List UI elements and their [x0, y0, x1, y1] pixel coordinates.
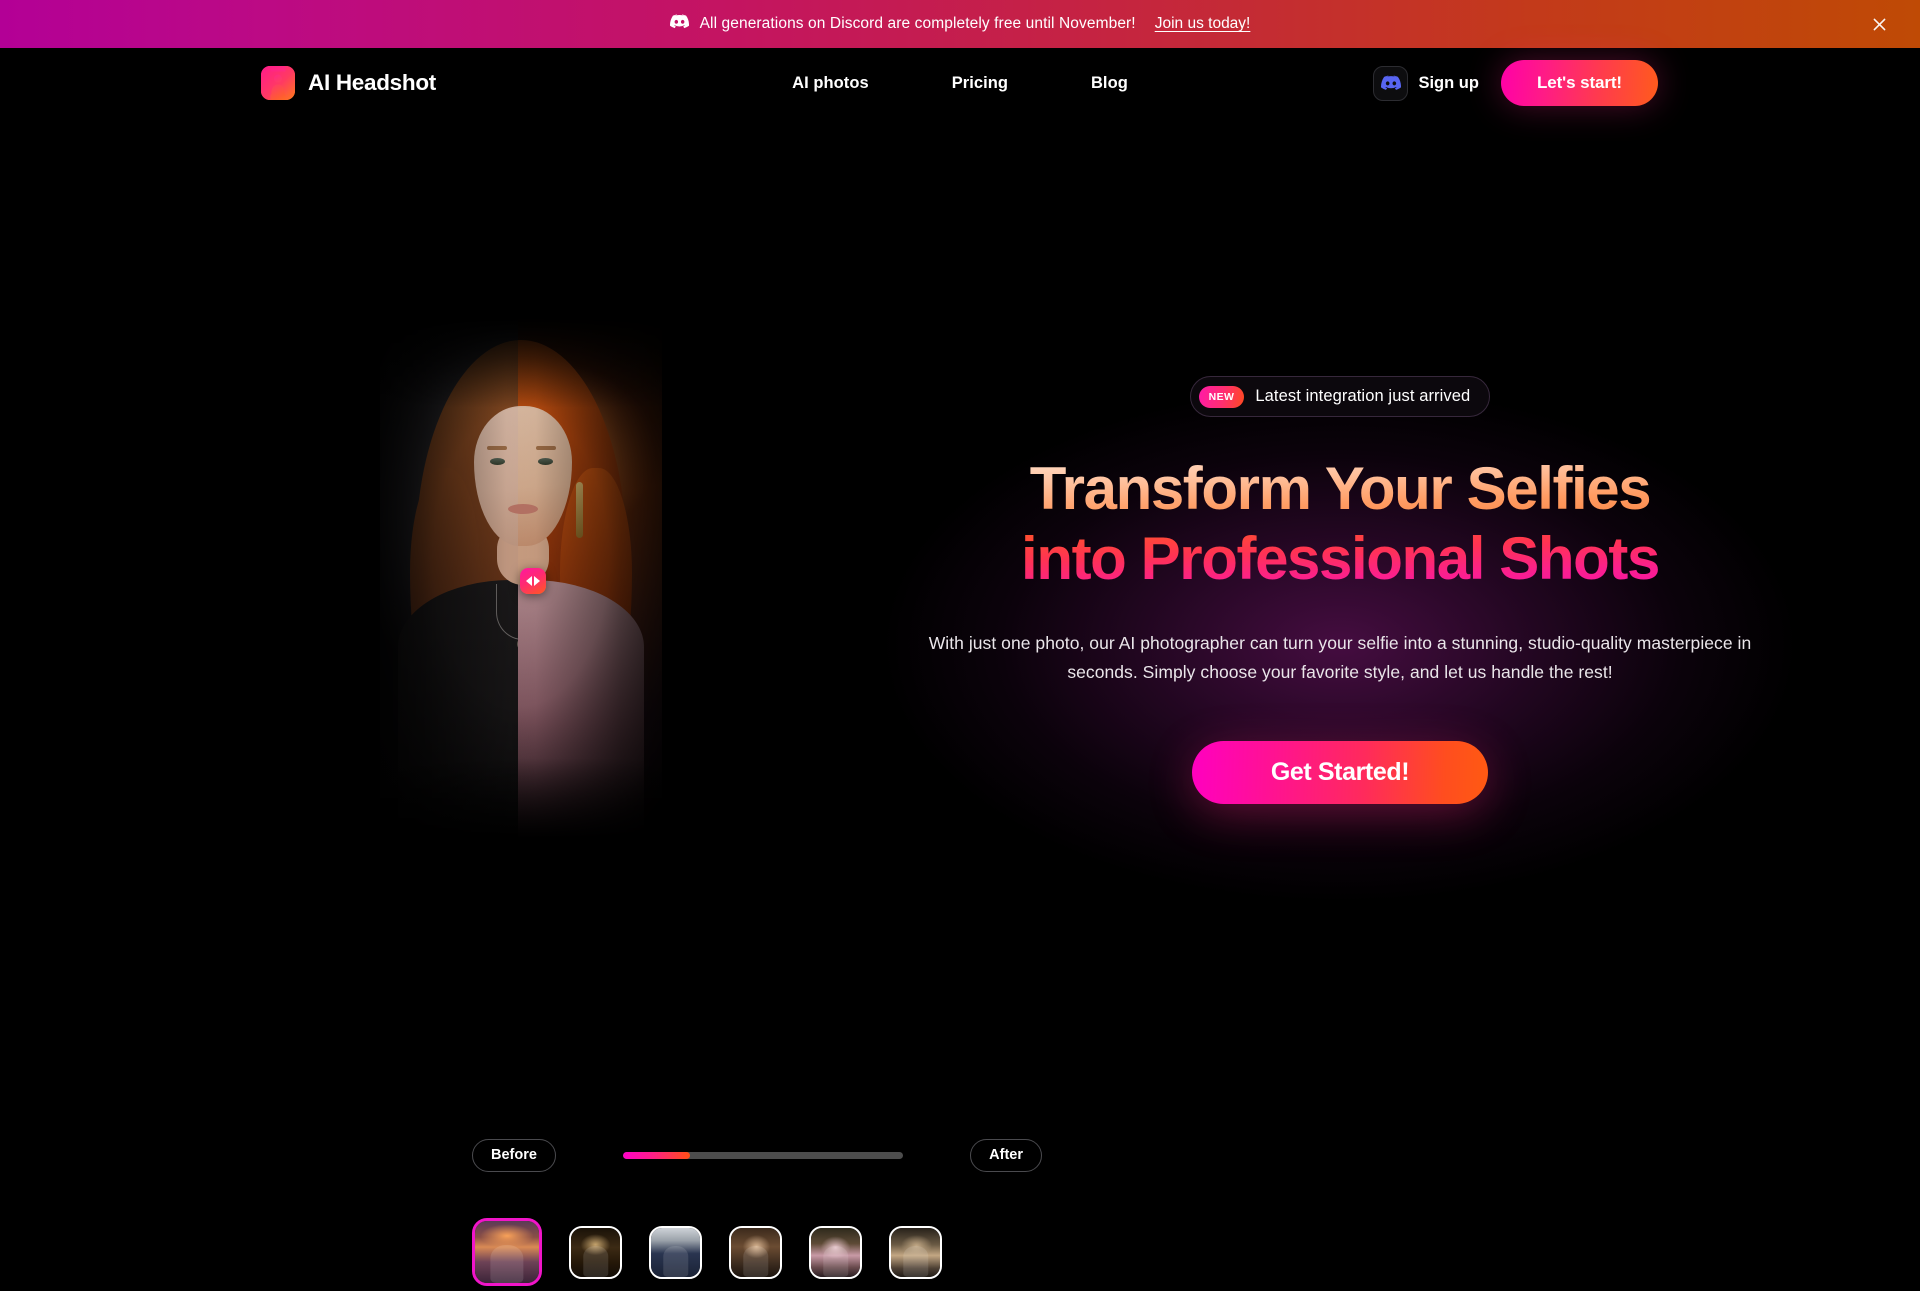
style-thumbnail-3[interactable] — [649, 1225, 702, 1279]
brand-name: AI Headshot — [308, 70, 436, 95]
style-thumbnail-4[interactable] — [729, 1225, 782, 1279]
before-photo — [380, 318, 518, 838]
header-actions: Sign up Let's start! — [1373, 60, 1658, 106]
announcement-link[interactable]: Join us today! — [1155, 15, 1251, 33]
torso-shape — [518, 580, 644, 838]
comparison-stage[interactable] — [236, 318, 806, 838]
before-label-button[interactable]: Before — [472, 1138, 556, 1172]
style-thumbnail-5[interactable] — [809, 1225, 862, 1279]
status-badge-text: Latest integration just arrived — [1255, 387, 1471, 405]
eye-left — [490, 458, 505, 465]
nav-link-ai-photos[interactable]: AI photos — [792, 74, 869, 93]
thumbnail-figure — [742, 1246, 769, 1277]
before-photo-art — [380, 318, 518, 838]
status-badge[interactable]: NEW Latest integration just arrived — [1189, 376, 1491, 417]
new-chip: NEW — [1198, 385, 1245, 408]
announcement-content: All generations on Discord are completel… — [669, 14, 1251, 34]
discord-icon — [669, 14, 689, 34]
after-label-button[interactable]: After — [970, 1138, 1042, 1172]
hero-section: Before After NEW Latest integration just… — [0, 118, 1920, 1286]
announcement-bar: All generations on Discord are completel… — [0, 0, 1920, 48]
style-thumbnail-strip — [472, 1213, 1042, 1291]
announcement-text: All generations on Discord are completel… — [699, 15, 1136, 32]
signup-button[interactable]: Sign up — [1373, 65, 1479, 101]
portrait-subject — [380, 318, 518, 838]
style-thumbnail-2[interactable] — [569, 1225, 622, 1279]
lets-start-button[interactable]: Let's start! — [1500, 60, 1658, 106]
signup-label: Sign up — [1418, 73, 1479, 92]
headline-line-1: Transform Your Selfies — [1021, 454, 1659, 524]
nav-link-pricing[interactable]: Pricing — [952, 74, 1008, 93]
thumbnail-figure — [662, 1246, 689, 1277]
thumbnail-figure — [582, 1246, 609, 1277]
headline-line-2: into Professional Shots — [1021, 524, 1660, 592]
thumbnail-figure — [490, 1244, 524, 1283]
discord-icon[interactable] — [1373, 65, 1409, 101]
comparison-controls: Before After — [472, 1138, 1042, 1172]
site-header: AI Headshot AI photos Pricing Blog Sign … — [0, 48, 1920, 118]
eye-right — [538, 458, 553, 465]
thumbnail-figure — [902, 1246, 929, 1277]
style-thumbnail-6[interactable] — [889, 1225, 942, 1279]
before-after-comparison: Before After — [236, 318, 1042, 1286]
arrow-left-icon — [526, 576, 532, 586]
close-icon[interactable] — [1866, 11, 1892, 37]
get-started-button[interactable]: Get Started! — [1192, 740, 1488, 804]
eyebrow-right — [536, 446, 556, 450]
earring — [576, 482, 583, 538]
nav-link-blog[interactable]: Blog — [1091, 74, 1128, 93]
comparison-progress-slider[interactable] — [623, 1151, 904, 1159]
hero-subtext: With just one photo, our AI photographer… — [928, 633, 1752, 682]
left-right-arrows-icon[interactable] — [520, 568, 546, 594]
arrow-right-icon — [534, 576, 540, 586]
comparison-progress-fill — [623, 1151, 691, 1159]
brand-logo[interactable]: AI Headshot — [261, 66, 436, 100]
style-thumbnail-1-selected[interactable] — [472, 1218, 542, 1286]
eyebrow-left — [487, 446, 507, 450]
ai-headshot-logo-icon — [261, 66, 295, 100]
page-title: Transform Your Selfies into Professional… — [1021, 454, 1660, 593]
thumbnail-figure — [822, 1246, 849, 1277]
hero-copy: NEW Latest integration just arrived Tran… — [760, 118, 1920, 1080]
